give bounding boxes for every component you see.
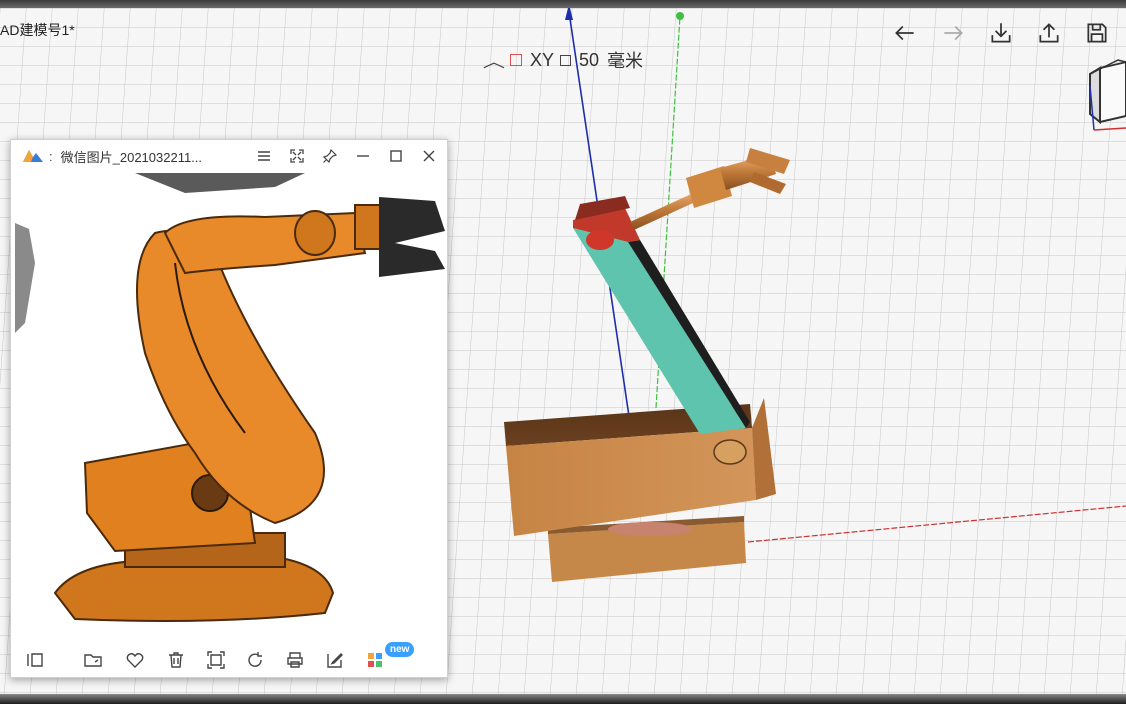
sidebar-button[interactable] [23, 648, 47, 672]
title-separator: : [49, 148, 53, 164]
image-viewer-window[interactable]: : 微信图片_2021032211... new [10, 139, 448, 678]
minimize-button[interactable] [349, 142, 377, 170]
open-folder-icon [84, 654, 102, 667]
delete-button[interactable] [164, 648, 188, 672]
window-top-strip [0, 0, 1126, 8]
view-info-bar[interactable]: ︿ XY 50 毫米 [483, 48, 644, 72]
edit-button[interactable] [323, 648, 347, 672]
document-title: AD建模号1* [0, 22, 75, 38]
new-badge: new [385, 642, 415, 657]
close-button[interactable] [415, 142, 443, 170]
share-upload-icon [1039, 23, 1059, 43]
industrial-robot-image [15, 173, 445, 622]
chevron-up-icon[interactable]: ︿ [483, 48, 505, 72]
favorite-button[interactable] [123, 648, 147, 672]
fullscreen-icon [290, 149, 304, 163]
redo-button[interactable] [936, 16, 970, 50]
sidebar-icon [27, 653, 43, 667]
print-icon [287, 652, 303, 668]
viewer-image-area[interactable] [15, 173, 445, 639]
apps-grid-icon [368, 653, 382, 667]
view-cube-icon[interactable] [1082, 56, 1126, 136]
fit-screen-icon [207, 651, 225, 669]
grid-unit: 毫米 [607, 51, 644, 71]
pin-icon [322, 148, 338, 164]
maximize-button[interactable] [382, 142, 410, 170]
grid-value: 50 [579, 49, 600, 70]
favorite-heart-icon [126, 653, 144, 668]
apps-button[interactable] [363, 648, 387, 672]
menu-icon [258, 151, 270, 161]
viewer-titlebar[interactable]: : 微信图片_2021032211... [11, 140, 447, 172]
close-icon [423, 150, 435, 162]
download-button[interactable] [984, 16, 1018, 50]
viewer-file-title: 微信图片_2021032211... [60, 149, 203, 165]
rotate-icon [248, 652, 262, 667]
grid-square-icon [560, 54, 572, 66]
plane-square-icon[interactable] [510, 54, 523, 66]
redo-arrow-icon [944, 25, 963, 41]
viewer-window-controls [250, 142, 443, 170]
maximize-icon [390, 150, 402, 162]
viewer-logo-icon [23, 150, 43, 162]
download-icon [991, 23, 1011, 43]
minimize-icon [357, 155, 369, 157]
delete-trash-icon [169, 652, 183, 668]
print-button[interactable] [283, 648, 307, 672]
plane-label: XY [530, 49, 555, 70]
undo-button[interactable] [888, 16, 922, 50]
fullscreen-button[interactable] [283, 142, 311, 170]
rotate-button[interactable] [243, 648, 267, 672]
open-folder-button[interactable] [81, 648, 105, 672]
pin-button[interactable] [316, 142, 344, 170]
viewer-bottom-toolbar: new [11, 642, 447, 678]
share-button[interactable] [1032, 16, 1066, 50]
save-button[interactable] [1080, 16, 1114, 50]
undo-arrow-icon [895, 25, 914, 41]
edit-icon [327, 653, 343, 668]
top-toolbar [888, 16, 1114, 50]
save-disk-icon [1087, 23, 1107, 43]
fit-screen-button[interactable] [204, 648, 228, 672]
menu-button[interactable] [250, 142, 278, 170]
window-bottom-strip [0, 694, 1126, 704]
